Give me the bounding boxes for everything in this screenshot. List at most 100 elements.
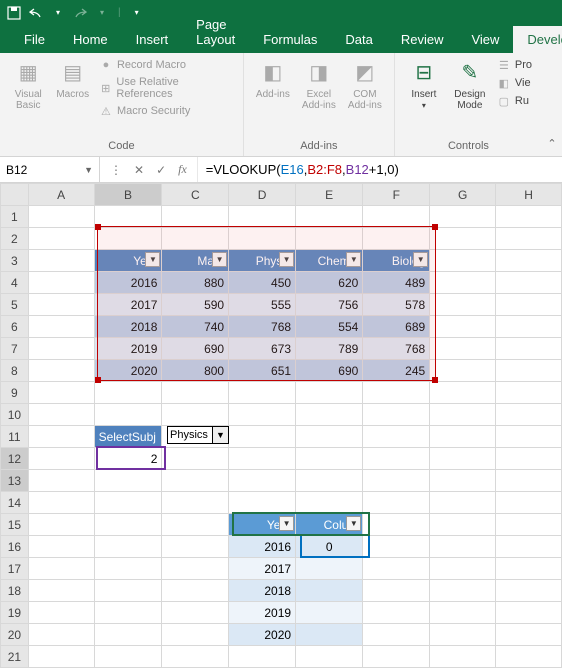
- table-cell[interactable]: 756: [296, 294, 363, 316]
- table-cell[interactable]: 690: [162, 338, 229, 360]
- row-header[interactable]: 1: [1, 206, 29, 228]
- table-cell[interactable]: 2020: [229, 624, 296, 646]
- subject-combobox[interactable]: Physics ▼: [167, 426, 229, 444]
- select-all-corner[interactable]: [1, 184, 29, 206]
- table-cell[interactable]: 651: [229, 360, 296, 382]
- col-header-A[interactable]: A: [28, 184, 94, 206]
- table-cell[interactable]: 740: [162, 316, 229, 338]
- row-header[interactable]: 15: [1, 514, 29, 536]
- table-cell[interactable]: [296, 558, 363, 580]
- com-addins-button[interactable]: ◩ COM Add-ins: [344, 57, 386, 113]
- row-header[interactable]: 5: [1, 294, 29, 316]
- row-header[interactable]: 16: [1, 536, 29, 558]
- row-header[interactable]: 12: [1, 448, 29, 470]
- record-macro-button[interactable]: ●Record Macro: [97, 57, 235, 73]
- table-cell[interactable]: 555: [229, 294, 296, 316]
- col-header-B[interactable]: B: [94, 184, 162, 206]
- table-cell[interactable]: 689: [363, 316, 430, 338]
- select-subject-label[interactable]: SelectSubj: [94, 426, 162, 448]
- table-header-cell[interactable]: Math▼: [162, 250, 229, 272]
- row-header[interactable]: 2: [1, 228, 29, 250]
- tab-developer[interactable]: Develope: [513, 26, 562, 53]
- filter-dropdown-icon[interactable]: ▼: [346, 252, 361, 267]
- table-cell[interactable]: 2018: [229, 580, 296, 602]
- col-header-F[interactable]: F: [363, 184, 430, 206]
- active-cell[interactable]: 2: [94, 448, 162, 470]
- table-cell[interactable]: 2016: [229, 536, 296, 558]
- name-box[interactable]: B12 ▼: [0, 157, 100, 182]
- table-cell[interactable]: 673: [229, 338, 296, 360]
- macro-security-button[interactable]: ⚠Macro Security: [97, 103, 235, 119]
- table-cell[interactable]: 2016: [94, 272, 162, 294]
- addins-button[interactable]: ◧ Add-ins: [252, 57, 294, 102]
- table-cell[interactable]: 800: [162, 360, 229, 382]
- formula-input[interactable]: =VLOOKUP(E16,B2:F8,B12+1,0): [198, 157, 562, 182]
- formula-bar-expand-icon[interactable]: ⋮: [110, 163, 122, 177]
- row-header[interactable]: 4: [1, 272, 29, 294]
- view-code-button[interactable]: ◧Vie: [495, 75, 534, 91]
- row-header[interactable]: 17: [1, 558, 29, 580]
- row-header[interactable]: 13: [1, 470, 29, 492]
- worksheet-grid[interactable]: A B C D E F G H 1 2 3 Year▼ Math▼ Physic…: [0, 183, 562, 668]
- table-cell[interactable]: 590: [162, 294, 229, 316]
- table-cell[interactable]: 0: [296, 536, 363, 558]
- table-cell[interactable]: [296, 602, 363, 624]
- enter-icon[interactable]: ✓: [156, 163, 166, 177]
- col-header-D[interactable]: D: [229, 184, 296, 206]
- table-header-cell[interactable]: Physic▼: [229, 250, 296, 272]
- properties-button[interactable]: ☰Pro: [495, 57, 534, 73]
- insert-controls-button[interactable]: ⊟ Insert ▾: [403, 57, 445, 113]
- redo-icon[interactable]: [72, 5, 88, 21]
- filter-dropdown-icon[interactable]: ▼: [279, 516, 294, 531]
- table-cell[interactable]: 578: [363, 294, 430, 316]
- use-relative-button[interactable]: ⊞Use Relative References: [97, 75, 235, 101]
- table-header-cell[interactable]: Chemis▼: [296, 250, 363, 272]
- col-header-G[interactable]: G: [430, 184, 496, 206]
- row-header[interactable]: 10: [1, 404, 29, 426]
- col-header-C[interactable]: C: [162, 184, 229, 206]
- table-header-cell[interactable]: Year▼: [94, 250, 162, 272]
- col-header-H[interactable]: H: [496, 184, 562, 206]
- col-header-E[interactable]: E: [296, 184, 363, 206]
- tab-page-layout[interactable]: Page Layout: [182, 11, 249, 53]
- table-header-cell[interactable]: Year▼: [229, 514, 296, 536]
- table-cell[interactable]: 2019: [229, 602, 296, 624]
- table-cell[interactable]: 489: [363, 272, 430, 294]
- tab-view[interactable]: View: [457, 26, 513, 53]
- row-header[interactable]: 6: [1, 316, 29, 338]
- combobox-dropdown-icon[interactable]: ▼: [212, 427, 228, 443]
- filter-dropdown-icon[interactable]: ▼: [212, 252, 227, 267]
- table-cell[interactable]: 554: [296, 316, 363, 338]
- row-header[interactable]: 18: [1, 580, 29, 602]
- tab-formulas[interactable]: Formulas: [249, 26, 331, 53]
- table-cell[interactable]: [296, 624, 363, 646]
- name-box-dropdown-icon[interactable]: ▼: [84, 165, 93, 175]
- row-header[interactable]: 11: [1, 426, 29, 448]
- filter-dropdown-icon[interactable]: ▼: [346, 516, 361, 531]
- tab-file[interactable]: File: [10, 26, 59, 53]
- table-cell[interactable]: 245: [363, 360, 430, 382]
- table-cell[interactable]: 2017: [94, 294, 162, 316]
- undo-icon[interactable]: [28, 5, 44, 21]
- row-header[interactable]: 3: [1, 250, 29, 272]
- insert-function-icon[interactable]: fx: [178, 162, 187, 177]
- row-header[interactable]: 14: [1, 492, 29, 514]
- table-cell[interactable]: 789: [296, 338, 363, 360]
- excel-addins-button[interactable]: ◨ Excel Add-ins: [298, 57, 340, 113]
- table-header-cell[interactable]: Colum▼: [296, 514, 363, 536]
- undo-dropdown-icon[interactable]: ▾: [50, 5, 66, 21]
- table-cell[interactable]: 880: [162, 272, 229, 294]
- customize-qat-icon[interactable]: ▾: [129, 5, 145, 21]
- redo-dropdown-icon[interactable]: ▾: [94, 5, 110, 21]
- table-cell[interactable]: 2018: [94, 316, 162, 338]
- table-cell[interactable]: 768: [363, 338, 430, 360]
- tab-review[interactable]: Review: [387, 26, 458, 53]
- row-header[interactable]: 9: [1, 382, 29, 404]
- collapse-ribbon-button[interactable]: ⌃: [542, 53, 562, 156]
- filter-dropdown-icon[interactable]: ▼: [279, 252, 294, 267]
- row-header[interactable]: 8: [1, 360, 29, 382]
- run-dialog-button[interactable]: ▢Ru: [495, 93, 534, 109]
- macros-button[interactable]: ▤ Macros: [52, 57, 92, 102]
- visual-basic-button[interactable]: ▦ Visual Basic: [8, 57, 48, 113]
- table-cell[interactable]: 450: [229, 272, 296, 294]
